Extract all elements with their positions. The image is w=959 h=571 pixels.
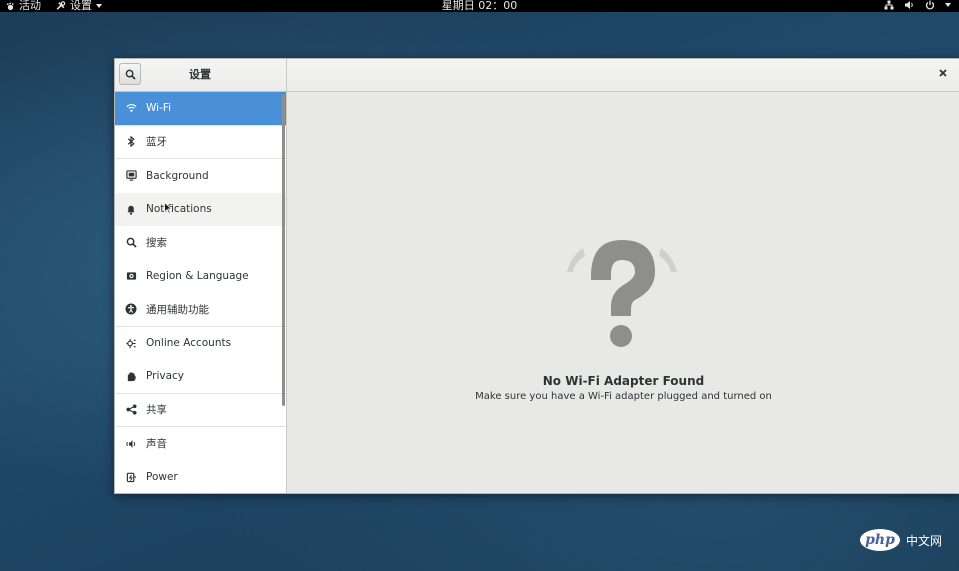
- chevron-down-icon: [945, 3, 951, 7]
- system-status-area[interactable]: [884, 0, 951, 10]
- sidebar-item-online-accounts[interactable]: Online Accounts: [115, 327, 286, 361]
- watermark-site: 中文网: [906, 533, 943, 548]
- sidebar-item-label: 搜索: [146, 237, 167, 250]
- window-title: 设置: [189, 68, 211, 81]
- watermark: php 中文网: [860, 529, 942, 551]
- sidebar-item-background[interactable]: Background: [115, 159, 286, 193]
- privacy-hand-icon: [124, 369, 138, 383]
- close-button[interactable]: [932, 63, 954, 85]
- share-icon: [124, 403, 138, 417]
- sidebar-item-label: Power: [146, 471, 178, 484]
- sidebar-item-sharing[interactable]: 共享: [115, 394, 286, 427]
- question-mark-icon: [567, 240, 677, 347]
- header-sidebar-section: 设置: [115, 59, 287, 91]
- top-bar: 活动 设置 星期日 02：00: [0, 0, 959, 12]
- sidebar-item-wifi[interactable]: Wi-Fi: [115, 92, 286, 126]
- sidebar-item-label: Wi-Fi: [146, 102, 172, 115]
- sidebar-item-label: Background: [146, 169, 209, 182]
- search-button[interactable]: [119, 63, 141, 85]
- sidebar-item-label: 共享: [146, 404, 167, 417]
- sidebar-item-accessibility[interactable]: 通用辅助功能: [115, 293, 286, 327]
- sidebar-item-label: Region & Language: [146, 270, 249, 283]
- power-icon: [124, 470, 138, 484]
- speaker-icon: [124, 437, 138, 451]
- sidebar: Wi-Fi 蓝牙 Background Notifications 搜索 Reg…: [115, 92, 287, 493]
- wifi-icon: [124, 101, 138, 115]
- sidebar-item-privacy[interactable]: Privacy: [115, 360, 286, 394]
- empty-state-title: No Wi-Fi Adapter Found: [542, 374, 705, 388]
- bluetooth-icon: [124, 135, 138, 149]
- sidebar-item-label: 蓝牙: [146, 136, 167, 149]
- sidebar-item-label: 声音: [146, 438, 167, 451]
- search-icon: [124, 236, 138, 250]
- power-icon: [925, 0, 935, 10]
- sidebar-item-region-language[interactable]: Region & Language: [115, 260, 286, 294]
- sidebar-item-label: 通用辅助功能: [146, 303, 209, 316]
- volume-icon: [905, 1, 913, 9]
- watermark-logo: php: [860, 529, 900, 551]
- sidebar-item-bluetooth[interactable]: 蓝牙: [115, 126, 286, 159]
- header-bar: 设置: [115, 59, 959, 92]
- bell-icon: [124, 202, 138, 216]
- sidebar-item-power[interactable]: Power: [115, 461, 286, 494]
- empty-state-subtitle: Make sure you have a Wi-Fi adapter plugg…: [475, 391, 772, 402]
- sidebar-item-label: Online Accounts: [146, 337, 232, 350]
- close-icon: [939, 69, 947, 77]
- sidebar-item-sound[interactable]: 声音: [115, 427, 286, 461]
- sidebar-item-notifications[interactable]: Notifications: [115, 192, 286, 226]
- network-wired-icon: [884, 0, 894, 10]
- accessibility-icon: [124, 302, 138, 316]
- settings-window: 设置 Wi-Fi 蓝牙 Background Notifications 搜索 …: [114, 58, 959, 494]
- mouse-pointer-icon: [164, 202, 172, 214]
- clock[interactable]: 星期日 02：00: [0, 0, 959, 12]
- sidebar-item-label: Privacy: [146, 370, 185, 383]
- sidebar-item-search[interactable]: 搜索: [115, 226, 286, 260]
- sidebar-scrollbar[interactable]: [282, 94, 285, 406]
- online-accounts-icon: [124, 336, 138, 350]
- wifi-panel: No Wi-Fi Adapter Found Make sure you hav…: [287, 92, 959, 493]
- background-icon: [124, 169, 138, 183]
- sidebar-item-label: Notifications: [146, 203, 212, 216]
- search-icon: [125, 69, 136, 80]
- region-icon: [124, 269, 138, 283]
